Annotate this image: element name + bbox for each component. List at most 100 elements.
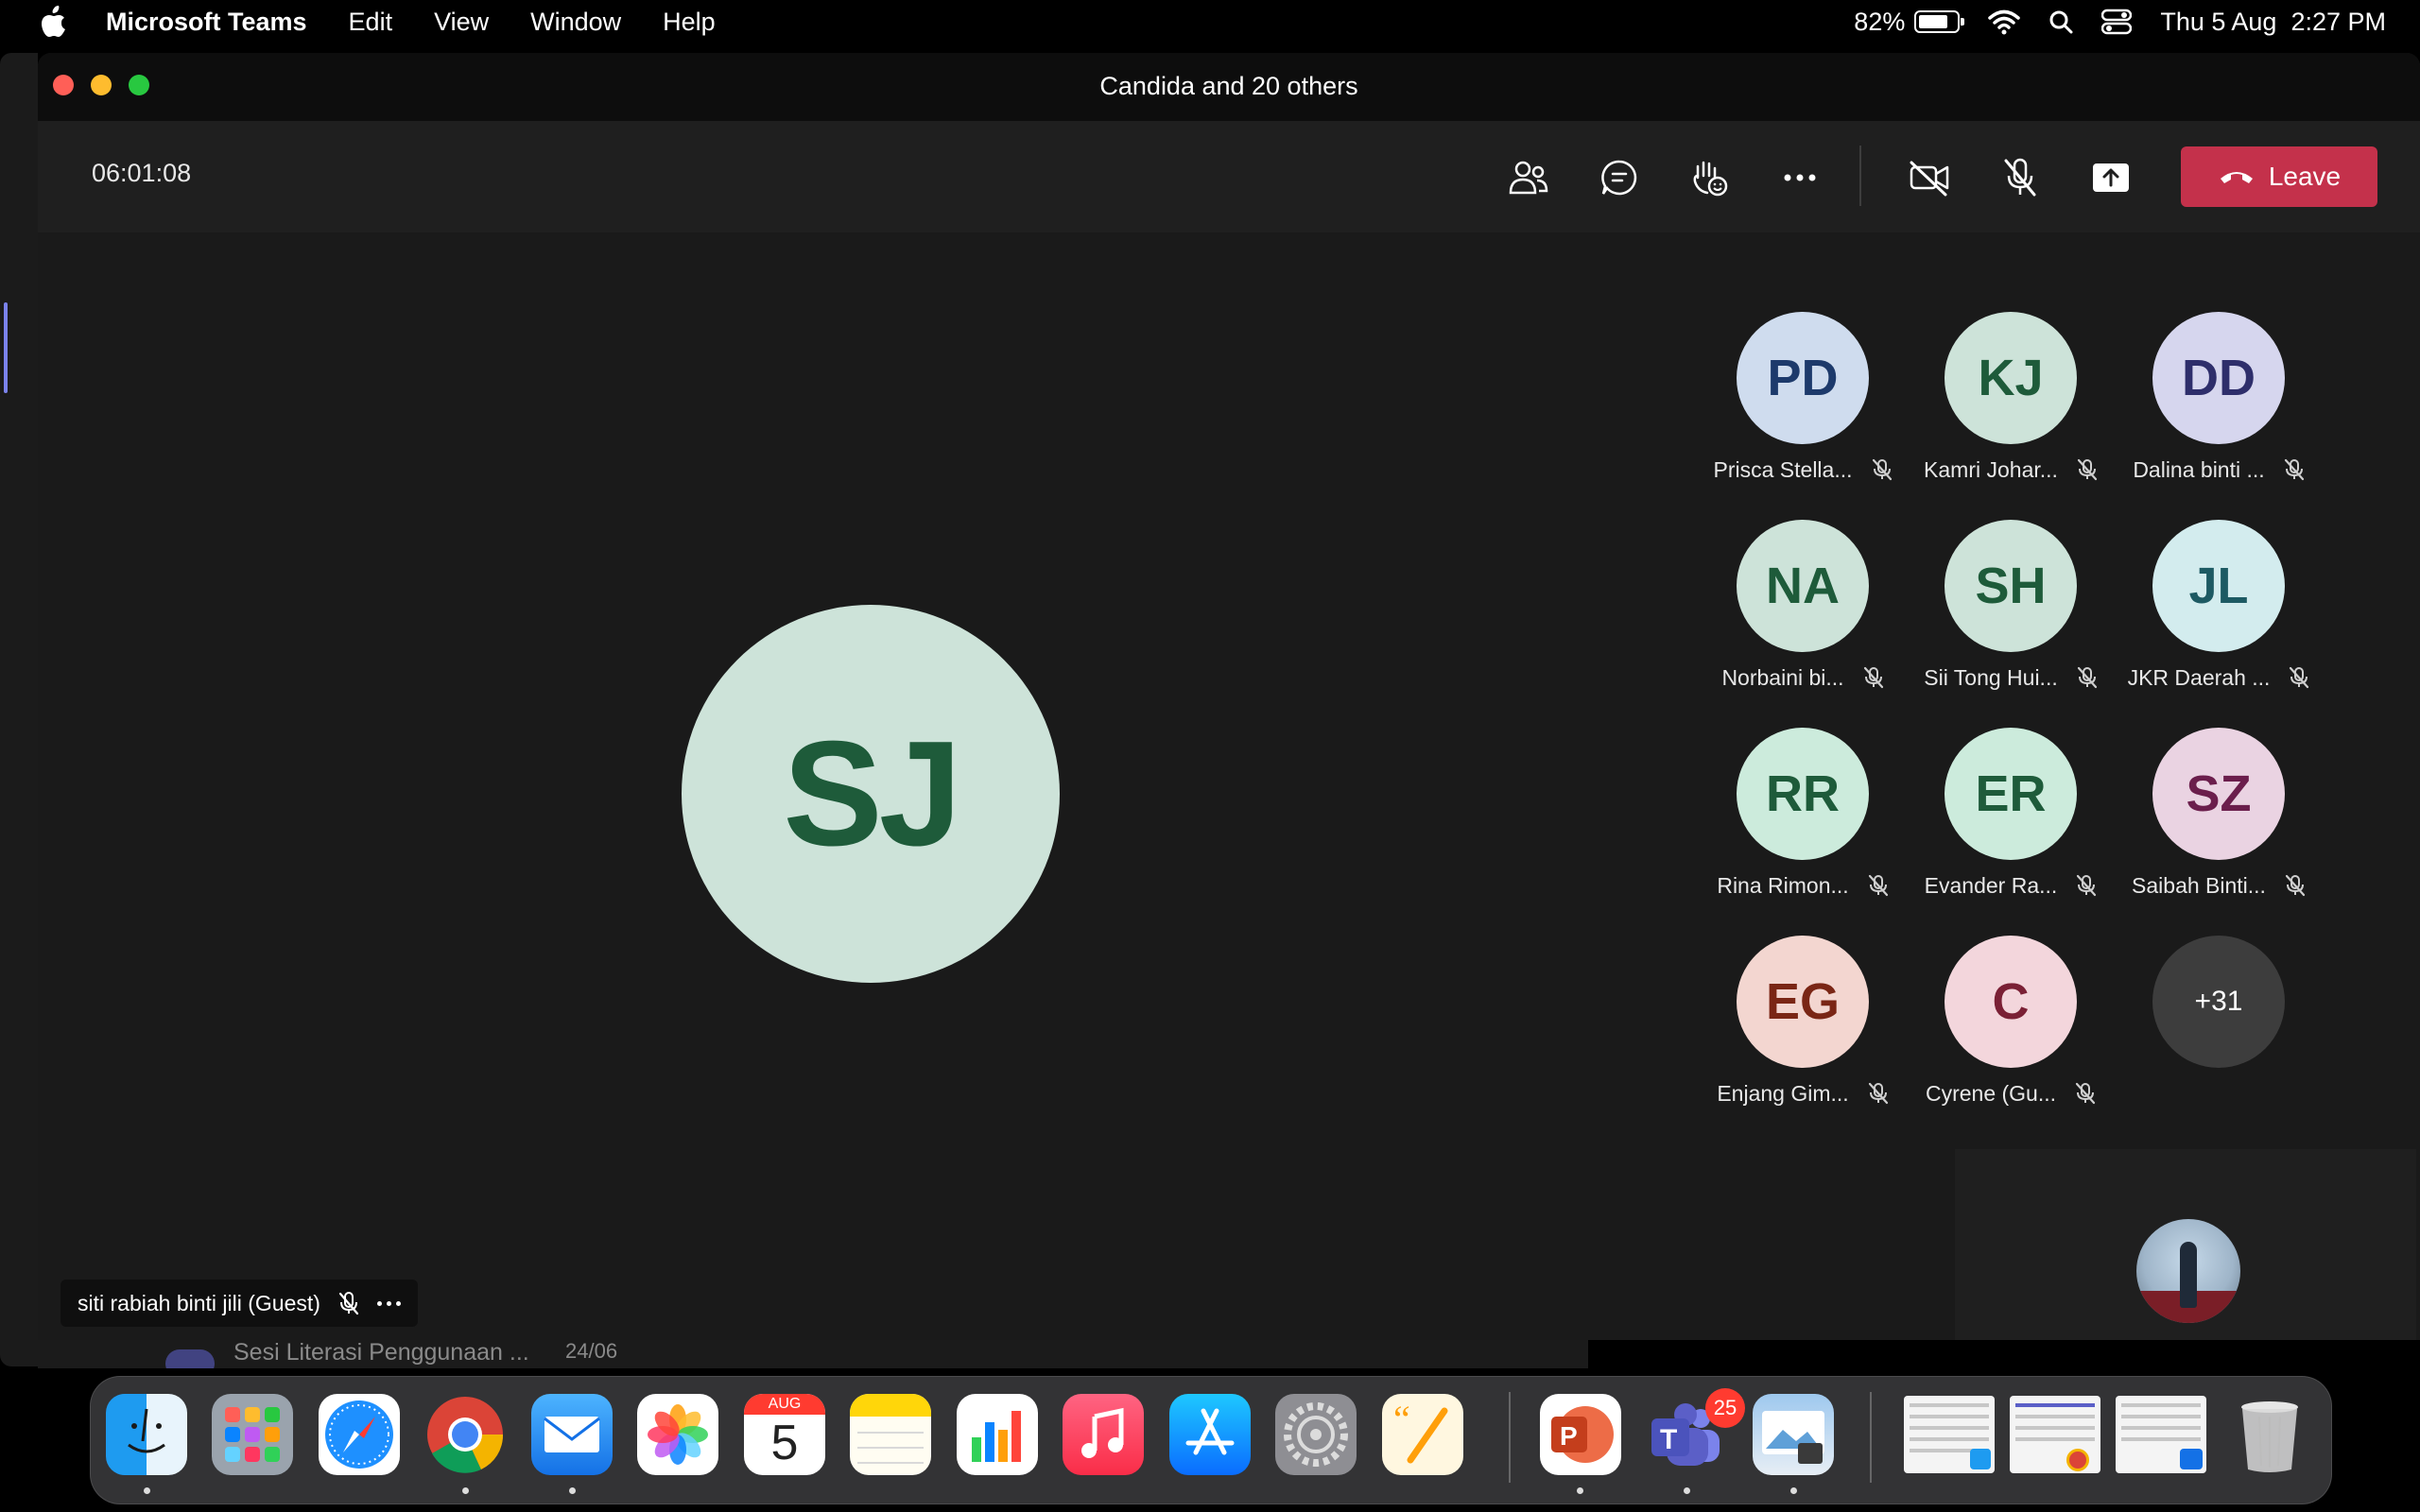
meeting-stage: SJ siti rabiah binti jili (Guest) PD Pris…	[38, 232, 2420, 1340]
mic-off-icon	[2284, 458, 2304, 481]
more-participants-tile[interactable]: +31	[2115, 936, 2323, 1068]
battery-icon	[1914, 10, 1965, 33]
reactions-button[interactable]	[1681, 149, 1737, 206]
chat-button[interactable]	[1591, 149, 1648, 206]
share-tray-icon	[2093, 163, 2129, 192]
participant-tile[interactable]: DD Dalina binti ...	[2115, 312, 2323, 484]
svg-text:“: “	[1393, 1398, 1410, 1440]
background-item-date: 24/06	[565, 1340, 618, 1363]
clock[interactable]: Thu 5 Aug 2:27 PM	[2160, 8, 2386, 37]
launchpad-icon[interactable]	[212, 1394, 293, 1475]
wifi-icon[interactable]	[1988, 9, 2021, 35]
participant-avatar: SZ	[2152, 728, 2285, 860]
active-speaker-name: siti rabiah binti jili (Guest)	[78, 1290, 320, 1315]
mic-toggle-button[interactable]	[1992, 149, 2048, 206]
participant-avatar: SH	[1945, 520, 2077, 652]
participant-name-row: Cyrene (Gu...	[1907, 1079, 2115, 1108]
trash-icon[interactable]	[2229, 1394, 2310, 1475]
pages-icon[interactable]: “	[1382, 1394, 1463, 1475]
participant-tile[interactable]: ER Evander Ra...	[1907, 728, 2115, 900]
notes-icon[interactable]	[850, 1394, 931, 1475]
menu-items: Microsoft Teams Edit View Window Help	[106, 8, 757, 37]
mic-off-icon	[1868, 874, 1888, 897]
calendar-day: 5	[770, 1416, 799, 1470]
calendar-icon[interactable]: AUG 5	[744, 1394, 825, 1475]
speaker-more-icon[interactable]	[376, 1300, 401, 1306]
participant-tile[interactable]: EG Enjang Gim...	[1699, 936, 1907, 1108]
finder-icon[interactable]	[106, 1394, 187, 1475]
background-item-title: Sesi Literasi Penggunaan ...	[233, 1340, 529, 1366]
mic-off-icon	[1863, 666, 1883, 689]
people-icon	[1509, 161, 1548, 195]
dock-separator-2	[1870, 1392, 1872, 1483]
mic-off-icon	[1868, 1082, 1888, 1105]
background-window-list: Sesi Literasi Penggunaan ... 24/06	[38, 1340, 1588, 1368]
active-speaker-avatar[interactable]: SJ	[682, 605, 1060, 983]
self-view-tile[interactable]	[1955, 1149, 2416, 1340]
window-title: Candida and 20 others	[1099, 72, 1358, 100]
mic-off-icon	[2077, 666, 2097, 689]
participant-tile[interactable]: SZ Saibah Binti...	[2115, 728, 2323, 900]
app-store-icon[interactable]	[1169, 1394, 1251, 1475]
mic-off-icon	[2004, 158, 2036, 197]
mic-off-icon	[2285, 874, 2306, 897]
more-icon	[1784, 174, 1816, 181]
participant-tile[interactable]: RR Rina Rimon...	[1699, 728, 1907, 900]
safari-icon[interactable]	[319, 1394, 400, 1475]
photos-icon[interactable]	[637, 1394, 718, 1475]
preview-icon[interactable]	[1753, 1394, 1834, 1475]
leave-label: Leave	[2268, 162, 2342, 191]
participant-avatar: C	[1945, 936, 2077, 1068]
participant-tile[interactable]: SH Sii Tong Hui...	[1907, 520, 2115, 692]
participant-tile[interactable]: PD Prisca Stella...	[1699, 312, 1907, 484]
minimized-window-1[interactable]	[1904, 1396, 1995, 1473]
powerpoint-icon[interactable]: P	[1540, 1394, 1621, 1475]
participant-tile[interactable]: C Cyrene (Gu...	[1907, 936, 2115, 1108]
participant-name: Rina Rimon...	[1717, 872, 1849, 898]
participant-tile[interactable]: JL JKR Daerah ...	[2115, 520, 2323, 692]
music-icon[interactable]	[1063, 1394, 1144, 1475]
numbers-icon[interactable]	[957, 1394, 1038, 1475]
participants-button[interactable]	[1500, 149, 1557, 206]
more-participants-count: +31	[2152, 936, 2285, 1068]
mic-off-icon	[2077, 874, 2097, 897]
participant-tile[interactable]: NA Norbaini bi...	[1699, 520, 1907, 692]
participant-name: Sii Tong Hui...	[1924, 664, 2058, 690]
mail-running-indicator	[569, 1487, 576, 1494]
background-window-accent	[4, 302, 8, 393]
participant-name-row: Kamri Johar...	[1907, 455, 2115, 484]
meeting-toolbar: 06:01:08 Leave	[38, 121, 2420, 232]
spotlight-search-icon[interactable]	[2048, 9, 2073, 34]
participant-name-row: Enjang Gim...	[1699, 1079, 1907, 1108]
menu-window[interactable]: Window	[530, 8, 621, 37]
menu-edit[interactable]: Edit	[349, 8, 393, 37]
participant-tile[interactable]: KJ Kamri Johar...	[1907, 312, 2115, 484]
menu-help[interactable]: Help	[663, 8, 716, 37]
menu-app-name[interactable]: Microsoft Teams	[106, 8, 307, 37]
active-speaker-label[interactable]: siti rabiah binti jili (Guest)	[60, 1280, 418, 1327]
battery-level	[1919, 15, 1947, 28]
menu-bar: Microsoft Teams Edit View Window Help 82…	[0, 0, 2420, 43]
window-titlebar: Candida and 20 others	[38, 53, 2420, 121]
teams-running-indicator	[1684, 1487, 1690, 1494]
apple-icon[interactable]	[40, 6, 66, 38]
participant-name-row: Prisca Stella...	[1699, 455, 1907, 484]
leave-button[interactable]: Leave	[2181, 146, 2377, 207]
dock: AUG 5 “ P T 25	[90, 1376, 2332, 1504]
battery-status[interactable]: 82%	[1854, 8, 1965, 37]
share-screen-button[interactable]	[2083, 149, 2139, 206]
minimized-window-3[interactable]	[2116, 1396, 2206, 1473]
control-center-icon[interactable]	[2101, 9, 2133, 35]
camera-toggle-button[interactable]	[1901, 149, 1958, 206]
chrome-icon[interactable]	[424, 1394, 506, 1475]
chrome-running-indicator	[462, 1487, 469, 1494]
participant-name-row: Evander Ra...	[1907, 871, 2115, 900]
menu-view[interactable]: View	[434, 8, 489, 37]
participant-name: Cyrene (Gu...	[1925, 1080, 2057, 1106]
powerpoint-running-indicator	[1577, 1487, 1583, 1494]
system-preferences-icon[interactable]	[1275, 1394, 1357, 1475]
mail-icon[interactable]	[531, 1394, 613, 1475]
more-options-button[interactable]	[1772, 149, 1828, 206]
minimized-window-2[interactable]	[2010, 1396, 2100, 1473]
background-window	[0, 53, 38, 1366]
